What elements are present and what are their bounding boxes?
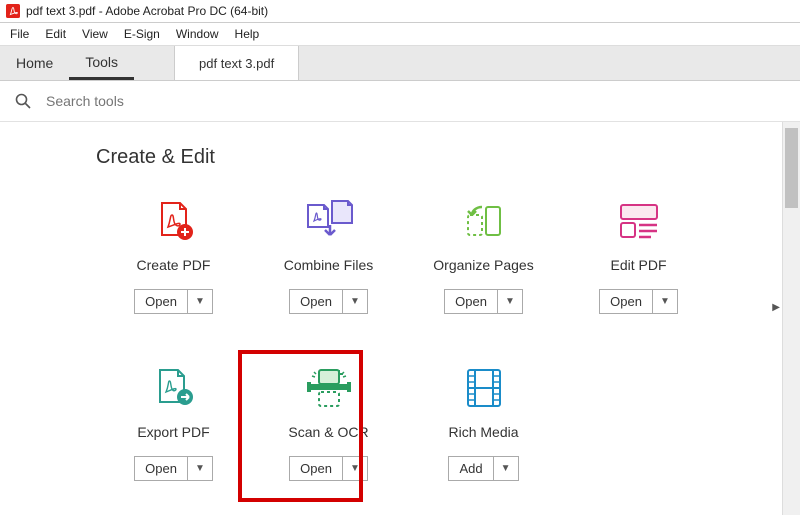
tool-combine-files[interactable]: Combine Files Open▼ [251,197,406,314]
tool-rich-media[interactable]: Rich Media Add▼ [406,364,561,481]
open-dropdown[interactable]: ▼ [187,457,212,480]
organize-pages-icon [462,199,506,243]
search-bar [0,81,800,122]
open-button[interactable]: Open [600,290,652,313]
open-dropdown[interactable]: ▼ [342,290,367,313]
right-panel-toggle[interactable]: ▶ [772,302,780,313]
combine-files-icon [304,199,354,243]
tool-label: Rich Media [448,424,518,440]
tool-label: Organize Pages [433,257,533,273]
tab-home[interactable]: Home [0,46,69,80]
tab-document[interactable]: pdf text 3.pdf [174,46,299,80]
menubar: File Edit View E-Sign Window Help [0,23,800,46]
add-dropdown[interactable]: ▼ [493,457,518,480]
scroll-thumb[interactable] [785,128,798,208]
open-dropdown[interactable]: ▼ [497,290,522,313]
acrobat-app-icon [6,4,20,18]
rich-media-icon [466,368,502,408]
open-dropdown[interactable]: ▼ [187,290,212,313]
section-title: Create & Edit [96,146,800,169]
open-dropdown[interactable]: ▼ [652,290,677,313]
menu-view[interactable]: View [82,27,108,41]
tab-tools[interactable]: Tools [69,46,134,80]
tool-export-pdf[interactable]: Export PDF Open▼ [96,364,251,481]
menu-window[interactable]: Window [176,27,219,41]
tool-edit-pdf[interactable]: Edit PDF Open▼ [561,197,716,314]
window-title: pdf text 3.pdf - Adobe Acrobat Pro DC (6… [26,4,268,18]
tool-label: Export PDF [137,424,209,440]
tool-label: Edit PDF [610,257,666,273]
titlebar: pdf text 3.pdf - Adobe Acrobat Pro DC (6… [0,0,800,23]
tool-organize-pages[interactable]: Organize Pages Open▼ [406,197,561,314]
menu-edit[interactable]: Edit [45,27,66,41]
tool-label: Create PDF [137,257,211,273]
edit-pdf-icon [617,201,661,241]
menu-help[interactable]: Help [235,27,260,41]
menu-file[interactable]: File [10,27,29,41]
add-button[interactable]: Add [449,457,492,480]
tools-panel: Create & Edit Create PDF Open▼ Combine F… [0,122,800,515]
search-input[interactable] [44,92,348,110]
open-button[interactable]: Open [290,290,342,313]
search-icon [14,92,32,110]
menu-esign[interactable]: E-Sign [124,27,160,41]
tool-create-pdf[interactable]: Create PDF Open▼ [96,197,251,314]
tool-label: Combine Files [284,257,373,273]
scrollbar[interactable]: ▲ [782,122,800,515]
create-pdf-icon [152,199,196,243]
open-dropdown[interactable]: ▼ [342,457,367,480]
tool-scan-ocr[interactable]: Scan & OCR Open▼ [251,364,406,481]
open-button[interactable]: Open [445,290,497,313]
scan-ocr-icon [305,366,353,410]
tab-strip: Home Tools pdf text 3.pdf [0,46,800,81]
open-button[interactable]: Open [135,457,187,480]
export-pdf-icon [152,366,196,410]
open-button[interactable]: Open [290,457,342,480]
open-button[interactable]: Open [135,290,187,313]
tool-label: Scan & OCR [288,424,368,440]
